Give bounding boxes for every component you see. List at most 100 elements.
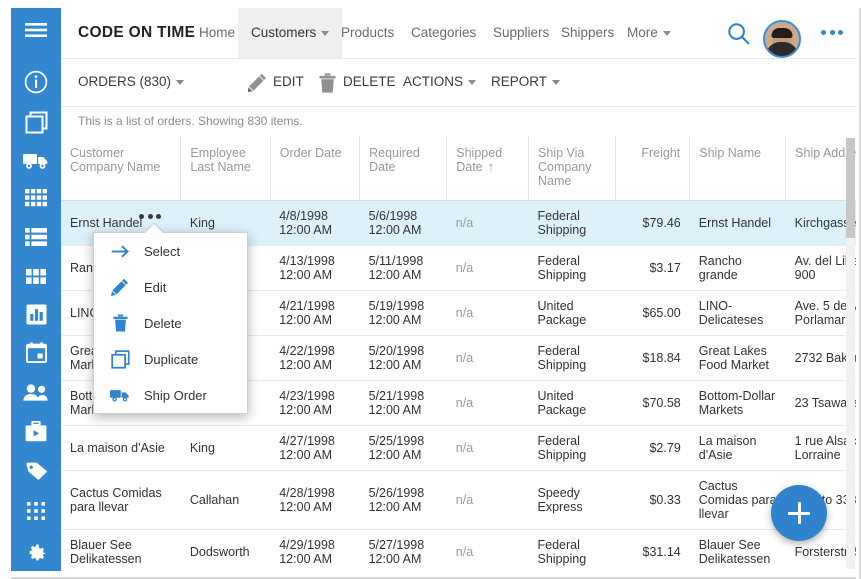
col-label: Shipped Date bbox=[456, 146, 502, 174]
col-header-ship-name[interactable]: Ship Name bbox=[690, 136, 786, 201]
plus-icon bbox=[788, 502, 810, 524]
add-record-button[interactable] bbox=[771, 485, 827, 541]
cell-required-date: 5/25/1998 12:00 AM bbox=[360, 426, 447, 471]
table-row[interactable]: La maison d'Asie King4/27/1998 12:00 AM5/… bbox=[61, 426, 857, 471]
report-button[interactable]: REPORT bbox=[491, 58, 560, 106]
menu-item-delete[interactable]: Delete bbox=[94, 305, 247, 341]
sidebar-item-tags[interactable] bbox=[11, 449, 61, 493]
scrollbar-thumb[interactable] bbox=[846, 138, 855, 238]
search-icon[interactable] bbox=[727, 22, 750, 45]
cell-order-date: 4/27/1998 12:00 AM bbox=[270, 426, 359, 471]
row-actions-icon[interactable] bbox=[139, 214, 161, 219]
table-row[interactable]: Blauer See DelikatessenDodsworth4/29/199… bbox=[61, 530, 857, 572]
info-strip: This is a list of orders. Showing 830 it… bbox=[61, 106, 857, 136]
cell-ship-via-company-name: Federal Shipping bbox=[529, 426, 616, 471]
nav-tab-label: Products bbox=[341, 25, 394, 40]
cell-order-date: 4/21/1998 12:00 AM bbox=[270, 291, 359, 336]
cell-shipped-date: n/a bbox=[447, 336, 529, 381]
nav-tab-more[interactable]: More bbox=[614, 8, 684, 58]
cell-order-date: 4/22/1998 12:00 AM bbox=[270, 336, 359, 381]
menu-item-label: Select bbox=[94, 244, 180, 259]
apps-grid-icon bbox=[27, 502, 45, 520]
avatar-body bbox=[766, 42, 798, 58]
cell-required-date: 5/11/1998 12:00 AM bbox=[360, 246, 447, 291]
col-header-customer-company-name[interactable]: Customer Company Name bbox=[61, 136, 181, 201]
cell-ship-via-company-name: Federal Shipping bbox=[529, 201, 616, 246]
nav-tab-label: More bbox=[627, 25, 658, 40]
nav-tab-products[interactable]: Products bbox=[328, 8, 407, 58]
pencil-icon bbox=[110, 277, 130, 297]
cell-ship-via-company-name: Federal Shipping bbox=[529, 246, 616, 291]
pencil-icon[interactable] bbox=[248, 73, 267, 97]
cell-required-date: 5/20/1998 12:00 AM bbox=[360, 336, 447, 381]
nav-tab-label: Categories bbox=[411, 25, 476, 40]
menu-item-duplicate[interactable]: Duplicate bbox=[94, 341, 247, 377]
info-circle-icon bbox=[24, 70, 48, 94]
col-header-required-date[interactable]: Required Date bbox=[360, 136, 447, 201]
sidebar-item-employees[interactable] bbox=[11, 409, 61, 453]
cell-freight: $2.79 bbox=[616, 426, 690, 471]
cell-order-date: 4/29/1998 12:00 AM bbox=[270, 530, 359, 572]
cell-customer-company-name: Cactus Comidas para llevar bbox=[61, 471, 181, 530]
col-header-employee-last-name[interactable]: Employee Last Name bbox=[181, 136, 270, 201]
cell-ship-name: Great Lakes Food Market bbox=[690, 336, 786, 381]
sidebar-item-menu[interactable] bbox=[11, 8, 61, 52]
orders-context-label: ORDERS (830) bbox=[78, 74, 171, 89]
sort-ascending-icon: ↑ bbox=[488, 160, 495, 173]
gear-icon bbox=[25, 540, 48, 563]
nav-tab-label: Shippers bbox=[561, 25, 614, 40]
delete-button[interactable]: DELETE bbox=[343, 58, 396, 106]
cell-freight: $3.17 bbox=[616, 246, 690, 291]
sidebar-item-pages[interactable] bbox=[11, 100, 61, 144]
sidebar-item-calendar[interactable] bbox=[11, 330, 61, 374]
nav-tab-categories[interactable]: Categories bbox=[398, 8, 489, 58]
copy-pages-icon bbox=[25, 111, 48, 134]
cell-ship-via-company-name: United Package bbox=[529, 291, 616, 336]
menu-item-ship-order[interactable]: Ship Order bbox=[94, 377, 247, 413]
grid-dots-icon bbox=[25, 189, 47, 207]
command-toolbar: ORDERS (830) EDIT DELETE ACTIONS REPORT bbox=[61, 58, 857, 107]
truck-icon bbox=[23, 152, 49, 170]
avatar[interactable] bbox=[763, 20, 801, 58]
menu-item-edit[interactable]: Edit bbox=[94, 269, 247, 305]
cell-shipped-date: n/a bbox=[447, 381, 529, 426]
tag-icon bbox=[25, 462, 48, 481]
sidebar-item-apps[interactable] bbox=[11, 489, 61, 533]
cell-ship-via-company-name: Federal Shipping bbox=[529, 530, 616, 572]
row-context-menu: Select Edit Delete Duplicate Ship Order bbox=[93, 232, 248, 414]
cell-employee-last-name: King bbox=[181, 426, 270, 471]
sidebar-item-orders[interactable] bbox=[11, 215, 61, 259]
nav-tab-customers[interactable]: Customers bbox=[238, 8, 342, 58]
actions-button[interactable]: ACTIONS bbox=[403, 58, 476, 106]
chevron-down-icon bbox=[552, 80, 560, 85]
copy-icon bbox=[110, 349, 130, 369]
more-options-icon[interactable] bbox=[821, 30, 843, 35]
col-header-order-date[interactable]: Order Date bbox=[270, 136, 359, 201]
nav-tab-label: Home bbox=[199, 25, 235, 40]
vertical-scrollbar[interactable] bbox=[846, 138, 855, 569]
col-header-ship-via-company-name[interactable]: Ship Via Company Name bbox=[529, 136, 616, 201]
col-header-freight[interactable]: Freight bbox=[616, 136, 690, 201]
sidebar-item-info[interactable] bbox=[11, 60, 61, 104]
sidebar-item-settings[interactable] bbox=[11, 529, 61, 573]
cell-shipped-date: n/a bbox=[447, 426, 529, 471]
cell-freight: $79.46 bbox=[616, 201, 690, 246]
trash-icon[interactable] bbox=[319, 73, 336, 98]
col-header-shipped-date[interactable]: Shipped Date↑ bbox=[447, 136, 529, 201]
nav-tab-label: Suppliers bbox=[493, 25, 549, 40]
edit-button[interactable]: EDIT bbox=[273, 58, 304, 106]
cell-freight: $70.58 bbox=[616, 381, 690, 426]
people-icon bbox=[23, 384, 49, 401]
menu-item-select[interactable]: Select bbox=[94, 233, 247, 269]
sidebar-item-customers[interactable] bbox=[11, 370, 61, 414]
table-row[interactable]: Cactus Comidas para llevarCallahan4/28/1… bbox=[61, 471, 857, 530]
cell-shipped-date: n/a bbox=[447, 201, 529, 246]
cell-ship-name: Bottom-Dollar Markets bbox=[690, 381, 786, 426]
cell-ship-name: La maison d'Asie bbox=[690, 426, 786, 471]
orders-context-button[interactable]: ORDERS (830) bbox=[78, 58, 184, 106]
cell-required-date: 5/21/1998 12:00 AM bbox=[360, 381, 447, 426]
list-icon bbox=[25, 228, 47, 246]
cell-required-date: 5/6/1998 12:00 AM bbox=[360, 201, 447, 246]
sidebar-item-products[interactable] bbox=[11, 176, 61, 220]
hamburger-menu-icon bbox=[25, 22, 47, 38]
